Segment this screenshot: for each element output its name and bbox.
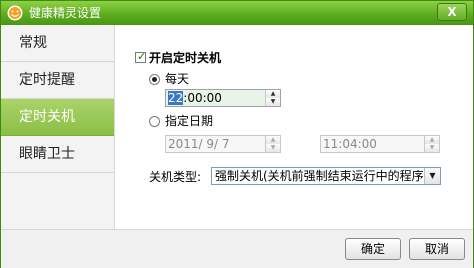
sidebar-item-label: 定时提醒 bbox=[19, 72, 75, 88]
spin-down-icon[interactable]: ▼ bbox=[425, 144, 439, 152]
spin-up-icon[interactable]: ▲ bbox=[266, 90, 280, 98]
sidebar-item-label: 定时关机 bbox=[19, 109, 75, 125]
sidebar-item-label: 常规 bbox=[19, 35, 47, 51]
shutdown-type-value: 强制关机(关机前强制结束运行中的程序) bbox=[215, 169, 429, 183]
spin-down-icon[interactable]: ▼ bbox=[266, 98, 280, 106]
dialog-footer: 确定 取消 bbox=[1, 229, 473, 268]
sidebar-item-eye-guard[interactable]: 眼睛卫士 bbox=[1, 136, 114, 173]
daily-time-spinner: ▲ ▼ bbox=[265, 90, 280, 106]
close-icon: X bbox=[447, 5, 457, 19]
daily-label: 每天 bbox=[165, 72, 190, 86]
daily-time-value: 22:00:00 bbox=[168, 91, 222, 105]
specific-date-value: 2011/ 9/ 7 bbox=[168, 137, 230, 151]
daily-time-rest: :00:00 bbox=[183, 91, 222, 105]
spin-up-icon[interactable]: ▲ bbox=[266, 136, 280, 144]
close-button[interactable]: X bbox=[437, 3, 467, 21]
enable-shutdown-checkbox[interactable]: ✓ bbox=[135, 50, 147, 63]
window-title: 健康精灵设置 bbox=[29, 6, 102, 20]
radio-selected-dot bbox=[152, 77, 157, 82]
sidebar-item-label: 眼睛卫士 bbox=[19, 146, 75, 162]
ok-button-label: 确定 bbox=[360, 242, 385, 256]
sidebar-item-general[interactable]: 常规 bbox=[1, 25, 114, 62]
title-bar[interactable]: 健康精灵设置 X bbox=[1, 1, 473, 25]
cancel-button[interactable]: 取消 bbox=[409, 238, 465, 260]
app-logo-icon bbox=[7, 5, 23, 21]
spin-up-icon[interactable]: ▲ bbox=[425, 136, 439, 144]
ok-button[interactable]: 确定 bbox=[345, 238, 401, 260]
specific-date-radio[interactable] bbox=[149, 116, 160, 127]
specific-date-input[interactable]: 2011/ 9/ 7 ▲ ▼ bbox=[165, 135, 281, 153]
specific-date-time-spinner: ▲ ▼ bbox=[424, 136, 439, 152]
settings-window: 健康精灵设置 X 常规 定时提醒 定时关机 眼睛卫士 ✓ 开启定时关机 每天 2… bbox=[0, 0, 474, 268]
sidebar: 常规 定时提醒 定时关机 眼睛卫士 bbox=[1, 25, 115, 229]
shutdown-type-select[interactable]: 强制关机(关机前强制结束运行中的程序) ▼ bbox=[211, 167, 441, 185]
spin-down-icon[interactable]: ▼ bbox=[266, 144, 280, 152]
checkmark-icon: ✓ bbox=[137, 50, 147, 63]
daily-time-hour: 22 bbox=[168, 91, 184, 105]
chevron-down-icon[interactable]: ▼ bbox=[424, 168, 440, 184]
shutdown-type-label: 关机类型: bbox=[149, 170, 202, 184]
sidebar-item-timed-reminder[interactable]: 定时提醒 bbox=[1, 62, 114, 99]
cancel-button-label: 取消 bbox=[424, 242, 449, 256]
enable-shutdown-label: 开启定时关机 bbox=[149, 51, 222, 65]
sidebar-item-timed-shutdown[interactable]: 定时关机 bbox=[1, 99, 114, 136]
specific-date-time-input[interactable]: 11:04:00 ▲ ▼ bbox=[320, 135, 440, 153]
specific-date-spinner: ▲ ▼ bbox=[265, 136, 280, 152]
daily-time-input[interactable]: 22:00:00 ▲ ▼ bbox=[165, 89, 281, 107]
specific-date-time-value: 11:04:00 bbox=[323, 137, 377, 151]
shutdown-settings-panel: ✓ 开启定时关机 每天 22:00:00 ▲ ▼ 指定日期 2011/ 9/ 7… bbox=[115, 25, 473, 229]
daily-radio[interactable] bbox=[149, 74, 160, 85]
specific-date-label: 指定日期 bbox=[165, 114, 214, 128]
